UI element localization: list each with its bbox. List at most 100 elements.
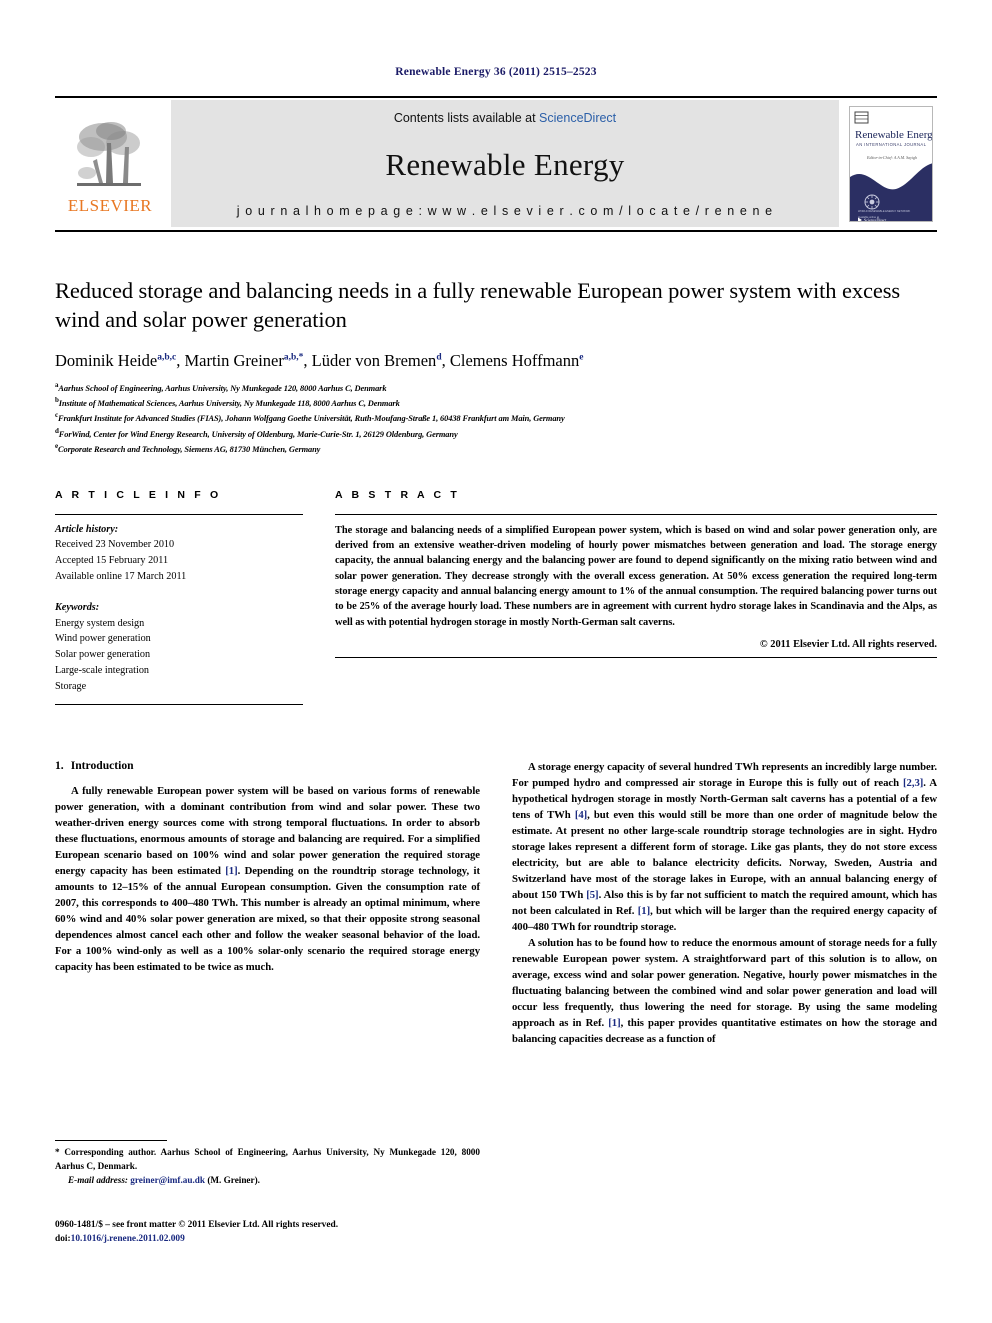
reference-link-5[interactable]: [5] bbox=[586, 889, 598, 901]
running-head: Renewable Energy 36 (2011) 2515–2523 bbox=[395, 66, 597, 78]
paragraph-text: A storage energy capacity of several hun… bbox=[512, 760, 937, 789]
paragraph-text: . Depending on the roundtrip storage tec… bbox=[55, 864, 480, 974]
reference-link-1[interactable]: [1] bbox=[225, 865, 237, 877]
author-list: Dominik Heidea,b,c, Martin Greinera,b,*,… bbox=[55, 350, 584, 370]
author-affiliation-marks: a,b,c bbox=[157, 352, 177, 362]
elsevier-logo: ELSEVIER bbox=[55, 98, 165, 230]
author-affiliation-marks: d bbox=[436, 352, 442, 362]
article-info-heading: A R T I C L E I N F O bbox=[55, 488, 222, 501]
affiliation-item: cFrankfurt Institute for Advanced Studie… bbox=[55, 410, 937, 425]
author-entry: Dominik Heidea,b,c bbox=[55, 351, 176, 370]
author-entry: Lüder von Bremend bbox=[312, 351, 442, 370]
issn-line: 0960-1481/$ – see front matter © 2011 El… bbox=[55, 1220, 339, 1230]
affiliation-text: Institute of Mathematical Sciences, Aarh… bbox=[58, 398, 400, 408]
email-owner: (M. Greiner). bbox=[207, 1175, 260, 1186]
keyword-item: Wind power generation bbox=[55, 633, 151, 645]
journal-title: Renewable Energy bbox=[385, 146, 625, 182]
contents-available-line: Contents lists available at ScienceDirec… bbox=[394, 111, 616, 125]
journal-cover-thumbnail[interactable]: Renewable Energy AN INTERNATIONAL JOURNA… bbox=[849, 106, 933, 222]
section-number: 1. bbox=[55, 758, 64, 772]
footnote-zone: * Corresponding author. Aarhus School of… bbox=[55, 1140, 480, 1185]
svg-text:AN INTERNATIONAL JOURNAL: AN INTERNATIONAL JOURNAL bbox=[856, 142, 927, 147]
abstract-copyright: © 2011 Elsevier Ltd. All rights reserved… bbox=[759, 639, 937, 651]
reference-link-2-3[interactable]: [2,3] bbox=[903, 777, 923, 789]
affiliation-text: ForWind, Center for Wind Energy Research… bbox=[58, 429, 458, 439]
paper-title: Reduced storage and balancing needs in a… bbox=[55, 278, 901, 333]
journal-banner: ELSEVIER Contents lists available at Sci… bbox=[55, 96, 937, 230]
keyword-item: Energy system design bbox=[55, 617, 145, 629]
article-history-received: Received 23 November 2010 bbox=[55, 539, 175, 551]
email-link[interactable]: greiner@imf.au.dk bbox=[130, 1175, 205, 1185]
paragraph-text: A solution has to be found how to reduce… bbox=[512, 937, 937, 1030]
doi-label: doi: bbox=[55, 1234, 71, 1245]
affiliation-item: bInstitute of Mathematical Sciences, Aar… bbox=[55, 395, 937, 410]
article-info-body: Article history: Received 23 November 20… bbox=[55, 515, 303, 704]
intro-paragraph-3: A solution has to be found how to reduce… bbox=[512, 935, 937, 1047]
body-columns: 1. Introduction A fully renewable Europea… bbox=[55, 759, 937, 1048]
paragraph-text: , but even this would still be more than… bbox=[512, 808, 938, 902]
paper-page: Renewable Energy 36 (2011) 2515–2523 ELS… bbox=[0, 0, 992, 1323]
banner-bottom-rule bbox=[55, 230, 937, 232]
email-label: E-mail address: bbox=[68, 1175, 128, 1186]
affiliation-text: Aarhus School of Engineering, Aarhus Uni… bbox=[58, 383, 387, 393]
svg-text:Renewable Energy: Renewable Energy bbox=[855, 129, 933, 141]
affiliation-list: aAarhus School of Engineering, Aarhus Un… bbox=[55, 380, 937, 457]
article-info-rule-bottom bbox=[55, 703, 303, 705]
reference-link-1b[interactable]: [1] bbox=[638, 905, 650, 917]
footnote-rule bbox=[55, 1140, 167, 1141]
author-affiliation-marks: e bbox=[579, 352, 584, 362]
reference-link-4[interactable]: [4] bbox=[575, 809, 587, 821]
intro-paragraph-1: A fully renewable European power system … bbox=[55, 783, 480, 976]
title-block: Reduced storage and balancing needs in a… bbox=[55, 276, 937, 457]
doi-link[interactable]: 10.1016/j.renene.2011.02.009 bbox=[71, 1234, 185, 1244]
doi-line: doi:10.1016/j.renene.2011.02.009 bbox=[55, 1232, 515, 1246]
imprint-block: 0960-1481/$ – see front matter © 2011 El… bbox=[55, 1218, 515, 1246]
article-history-accepted: Accepted 15 February 2011 bbox=[55, 555, 169, 567]
keyword-item: Solar power generation bbox=[55, 649, 151, 661]
author-affiliation-marks: a,b,* bbox=[283, 352, 304, 362]
affiliation-item: dForWind, Center for Wind Energy Researc… bbox=[55, 426, 937, 441]
author-name: Dominik Heide bbox=[55, 350, 158, 370]
author-entry: Clemens Hoffmanne bbox=[450, 351, 584, 370]
journal-banner-center: Contents lists available at ScienceDirec… bbox=[171, 100, 839, 227]
sciencedirect-link[interactable]: ScienceDirect bbox=[539, 111, 616, 125]
abstract-heading: A B S T R A C T bbox=[335, 488, 460, 501]
affiliation-text: Frankfurt Institute for Advanced Studies… bbox=[58, 414, 565, 424]
intro-paragraph-2: A storage energy capacity of several hun… bbox=[512, 759, 937, 936]
journal-cover-container: Renewable Energy AN INTERNATIONAL JOURNA… bbox=[845, 98, 937, 230]
email-note: E-mail address: greiner@imf.au.dk (M. Gr… bbox=[55, 1175, 480, 1185]
author-entry: Martin Greinera,b,* bbox=[184, 351, 303, 370]
elsevier-tree-icon bbox=[73, 117, 147, 195]
svg-text:Editor-in-Chief: A.A.M. Sayigh: Editor-in-Chief: A.A.M. Sayigh bbox=[866, 155, 917, 160]
section-heading-introduction: 1. Introduction bbox=[55, 759, 480, 772]
body-column-right: A storage energy capacity of several hun… bbox=[512, 759, 937, 1048]
abstract-rule-bottom bbox=[335, 657, 937, 659]
svg-text:WORLD RENEWABLE ENERGY NETWORK: WORLD RENEWABLE ENERGY NETWORK bbox=[858, 209, 910, 213]
contents-prefix: Contents lists available at bbox=[393, 111, 540, 125]
keyword-item: Storage bbox=[55, 680, 87, 692]
article-history-online: Available online 17 March 2011 bbox=[55, 570, 187, 582]
section-title-text: Introduction bbox=[70, 758, 134, 772]
journal-homepage-link[interactable]: j o u r n a l h o m e p a g e : w w w . … bbox=[237, 204, 773, 218]
keyword-item: Large-scale integration bbox=[55, 665, 150, 677]
paragraph-text: A fully renewable European power system … bbox=[55, 784, 480, 877]
svg-text:ScienceDirect: ScienceDirect bbox=[864, 218, 887, 222]
reference-link-1c[interactable]: [1] bbox=[608, 1017, 620, 1029]
abstract-text: The storage and balancing needs of a sim… bbox=[335, 524, 937, 628]
elsevier-wordmark: ELSEVIER bbox=[67, 195, 153, 215]
body-column-left: 1. Introduction A fully renewable Europea… bbox=[55, 759, 480, 1048]
affiliation-item: eCorporate Research and Technology, Siem… bbox=[55, 441, 937, 456]
affiliation-text: Corporate Research and Technology, Sieme… bbox=[58, 444, 321, 454]
abstract-column: A B S T R A C T The storage and balancin… bbox=[335, 489, 937, 705]
abstract-body: The storage and balancing needs of a sim… bbox=[335, 515, 937, 658]
article-info-column: A R T I C L E I N F O Article history: R… bbox=[55, 489, 303, 705]
corresponding-author-note: * Corresponding author. Aarhus School of… bbox=[55, 1147, 480, 1171]
author-name: Martin Greiner bbox=[184, 350, 284, 370]
author-name: Clemens Hoffmann bbox=[449, 350, 580, 370]
keywords-label: Keywords: bbox=[55, 601, 100, 613]
article-history-label: Article history: bbox=[55, 523, 119, 535]
info-abstract-region: A R T I C L E I N F O Article history: R… bbox=[55, 489, 937, 705]
affiliation-item: aAarhus School of Engineering, Aarhus Un… bbox=[55, 380, 937, 395]
author-name: Lüder von Bremen bbox=[311, 350, 437, 370]
